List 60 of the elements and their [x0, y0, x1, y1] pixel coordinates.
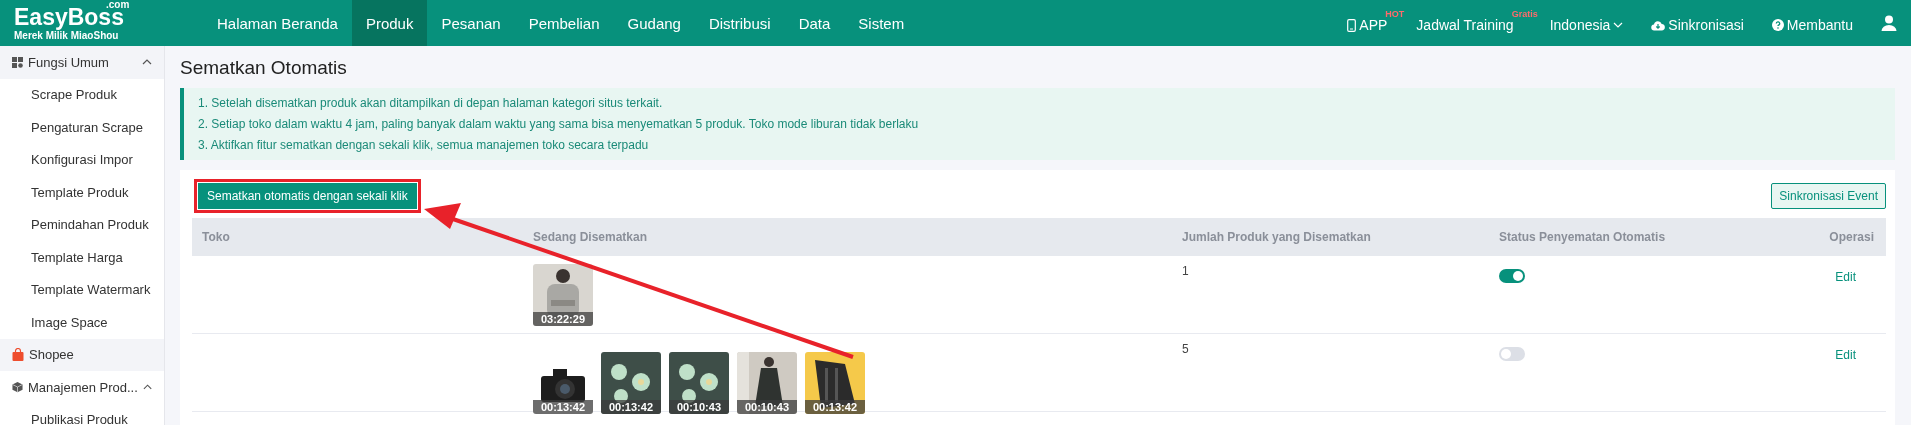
- promo-label: HOT: [1385, 9, 1405, 19]
- page-title: Sematkan Otomatis: [180, 57, 348, 79]
- promo-label: Gratis: [1511, 9, 1538, 19]
- time-label: 00:10:43: [669, 400, 729, 414]
- nav-tab[interactable]: Halaman Beranda: [203, 0, 352, 46]
- sidebar-item[interactable]: Image Space: [0, 306, 164, 339]
- nav-tab[interactable]: Pembelian: [514, 0, 614, 46]
- user-icon[interactable]: [1881, 15, 1897, 31]
- time-label: 00:13:42: [805, 400, 865, 414]
- sidebar-item[interactable]: Scrape Produk: [0, 78, 164, 111]
- time-label: 00:13:42: [533, 400, 593, 414]
- chevron-icon: [142, 384, 152, 391]
- sidebar-label: Manajemen Prod...: [28, 379, 138, 395]
- table-cell-text: 5: [1181, 341, 1190, 358]
- sidebar-item[interactable]: Template Harga: [0, 241, 164, 274]
- edit-link[interactable]: Edit: [1835, 348, 1856, 362]
- column-header: Toko: [201, 230, 231, 244]
- toggle-switch[interactable]: [1499, 269, 1525, 283]
- time-label: 00:10:43: [737, 400, 797, 414]
- nav-tab[interactable]: Sistem: [844, 0, 919, 46]
- sidebar-label: Shopee: [29, 347, 74, 363]
- nav-tab[interactable]: Produk: [351, 0, 428, 46]
- chevron-icon: [142, 59, 152, 66]
- nav-tab[interactable]: Pesanan: [427, 0, 515, 46]
- column-header: Operasi: [1828, 230, 1875, 244]
- sidebar-item[interactable]: Template Watermark: [0, 273, 164, 306]
- column-header: Status Penyematan Otomatis: [1498, 230, 1667, 244]
- chevron-icon: [1613, 22, 1624, 28]
- nav-tab[interactable]: Gudang: [613, 0, 695, 46]
- shopping-bag-icon: [12, 348, 24, 362]
- column-header: Sedang Disematkan: [532, 230, 649, 244]
- grid-icon: [12, 56, 23, 68]
- language-dropdown[interactable]: Indonesia: [1549, 13, 1624, 33]
- toggle-switch[interactable]: [1499, 347, 1525, 361]
- cube-icon: [12, 381, 23, 394]
- column-header: Jumlah Produk yang Disematkan: [1181, 230, 1372, 244]
- sidebar-item[interactable]: Publikasi Produk: [0, 403, 164, 425]
- time-label: 03:22:29: [533, 312, 593, 326]
- sidebar-item[interactable]: Konfigurasi Impor: [0, 143, 164, 176]
- cloud-download-icon: [1651, 19, 1666, 31]
- sidebar-item[interactable]: Template Produk: [0, 176, 164, 209]
- header-link[interactable]: Membantu: [1771, 13, 1853, 33]
- header-link[interactable]: Sinkronisasi: [1651, 13, 1744, 33]
- sidebar-item[interactable]: Pengaturan Scrape: [0, 111, 164, 144]
- time-label: 00:13:42: [601, 400, 661, 414]
- table-cell-text: 1: [1181, 263, 1190, 280]
- phone-icon: [1347, 18, 1357, 32]
- nav-tab[interactable]: Data: [784, 0, 845, 46]
- info-text: 2. Setiap toko dalam waktu 4 jam, paling banyak dalam waktu yang sama bisa menyematkan 5 produk. Toko mode liburan tidak berlaku: [198, 116, 920, 133]
- sidebar-label: Fungsi Umum: [28, 54, 109, 70]
- sidebar-item[interactable]: Pemindahan Produk: [0, 208, 164, 241]
- sidebar-item[interactable]: Shopee: [0, 338, 164, 371]
- sync-event-button[interactable]: Sinkronisasi Event: [1771, 183, 1886, 209]
- help-icon: [1771, 19, 1784, 31]
- sidebar-group[interactable]: Fungsi Umum: [0, 46, 164, 79]
- info-text: 1. Setelah disematkan produk akan ditampilkan di depan halaman kategori situs terkait.: [198, 95, 664, 112]
- nav-tab[interactable]: Distribusi: [694, 0, 785, 46]
- brand-tagline: Merek Milik MiaoShou: [14, 30, 119, 41]
- edit-link[interactable]: Edit: [1835, 270, 1856, 284]
- info-text: 3. Aktifkan fitur sematkan dengan sekali klik, semua manajemen toko secara terpadu: [198, 137, 650, 154]
